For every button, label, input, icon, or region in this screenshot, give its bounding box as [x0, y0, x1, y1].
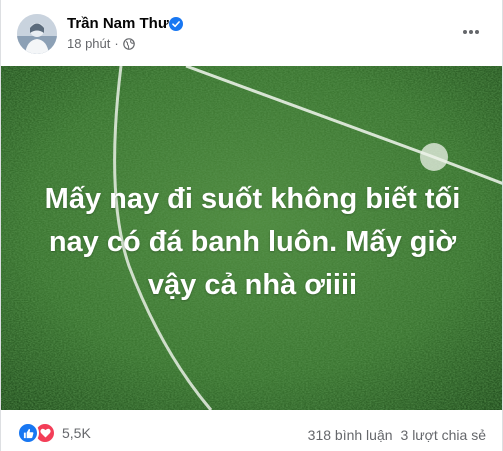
like-icon: [17, 422, 39, 444]
reactions-summary[interactable]: 5,5K: [17, 422, 91, 444]
meta-separator: ·: [114, 36, 119, 51]
more-options-icon: [463, 30, 479, 34]
reaction-count: 5,5K: [62, 425, 91, 441]
shares-count[interactable]: 3 lượt chia sẻ: [401, 427, 486, 443]
avatar-image: [17, 14, 57, 54]
post-card: Trần Nam Thư 18 phút · Mấy nay đi suốt k…: [0, 0, 503, 451]
post-timestamp[interactable]: 18 phút: [67, 36, 110, 52]
post-header: Trần Nam Thư 18 phút ·: [1, 0, 502, 64]
post-media[interactable]: Mấy nay đi suốt không biết tối nay có đá…: [1, 66, 502, 410]
post-meta: 18 phút ·: [67, 36, 135, 52]
post-footer: 5,5K 318 bình luận 3 lượt chia sẻ: [1, 418, 502, 446]
engagement-stats: 318 bình luận 3 lượt chia sẻ: [308, 427, 486, 443]
globe-icon[interactable]: [122, 38, 135, 50]
author-name[interactable]: Trần Nam Thư: [67, 14, 169, 34]
post-overlay-text: Mấy nay đi suốt không biết tối nay có đá…: [44, 183, 461, 301]
author-avatar[interactable]: [17, 14, 57, 54]
more-options-button[interactable]: [456, 20, 486, 44]
comments-count[interactable]: 318 bình luận: [308, 427, 393, 443]
verified-badge-icon: [169, 17, 183, 31]
